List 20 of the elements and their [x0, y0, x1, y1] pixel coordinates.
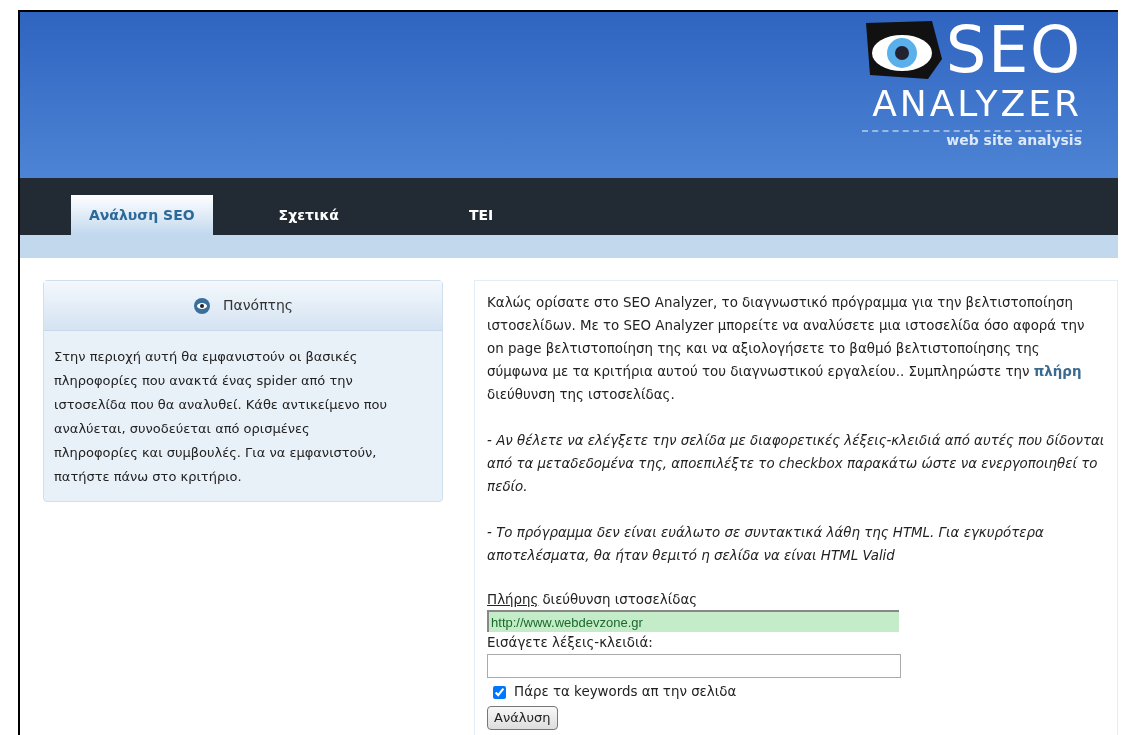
logo-title: SEO	[945, 18, 1082, 82]
keywords-checkbox[interactable]	[493, 685, 507, 699]
note-text: - Αν θέλετε να ελέγξετε την σελίδα με διαφορετικές λέξεις-κλειδιά από αυτές που δίδονται από τα μεταδεδομένα της, αποεπιλέξτε το checkbox παρακάτω ώστε να ενεργοποιηθεί το πεδίο.	[487, 432, 1105, 496]
logo-subtitle: ANALYZER	[872, 86, 1082, 122]
checkbox-label: Πάρε τα keywords απ την σελιδα	[514, 683, 737, 701]
analyze-button[interactable]: Ανάλυση	[487, 706, 558, 731]
note-text: - Το πρόγραμμα δεν είναι ευάλωτο σε συντακτικά λάθη της HTML. Για εγκυρότερα αποτελέσματα, θα ήταν θεμιτό η σελίδα να είναι HTML Valid	[487, 524, 1045, 565]
nav-tab[interactable]: Σχετικά	[268, 195, 349, 235]
intro-text: Καλώς ορίσατε στο SEO Analyzer, το διαγνωστικό πρόγραμμα για την βελτιστοποίηση ιστοσελίδων. Με το SEO Analyzer μπορείτε να αναλύσετε μια ιστοσελίδα όσο αφορά την on page βελτιστοποίηση της και να αξιολογήσετε το βαθμό βελτιστοποίησης της σύμφωνα με τα κριτήρια αυτού του διαγνωστικού εργαλείου.. Συμπληρώστε την πλήρη διεύθυνση της ιστοσελίδας.	[487, 294, 1086, 404]
nav-tab[interactable]: TEI	[458, 195, 504, 235]
nav-tab[interactable]: Ανάλυση SEO	[71, 195, 213, 235]
full-link[interactable]: Πλήρης	[487, 590, 539, 610]
panel-title: Πανόπτης	[223, 296, 294, 315]
field-label: Εισάγετε λέξεις-κλειδιά:	[487, 634, 654, 652]
keywords-field[interactable]	[487, 654, 902, 678]
eye-icon	[193, 296, 211, 315]
field-label: διεύθυνση ιστοσελίδας	[542, 591, 698, 609]
panel-text: Στην περιοχή αυτή θα εμφανιστούν οι βασικές πληροφορίες που ανακτά ένας spider από την ιστοσελίδα που θα αναλυθεί. Κάθε αντικείμενο που αναλύεται, συνοδεύεται από ορισμένες πληροφορίες και συμβουλές. Για να εμφανιστούν, πατήστε πάνω στο κριτήριο.	[53, 348, 389, 486]
logo-tagline: web site analysis	[946, 132, 1082, 150]
url-field[interactable]: http://www.webdevzone.gr	[487, 610, 900, 632]
